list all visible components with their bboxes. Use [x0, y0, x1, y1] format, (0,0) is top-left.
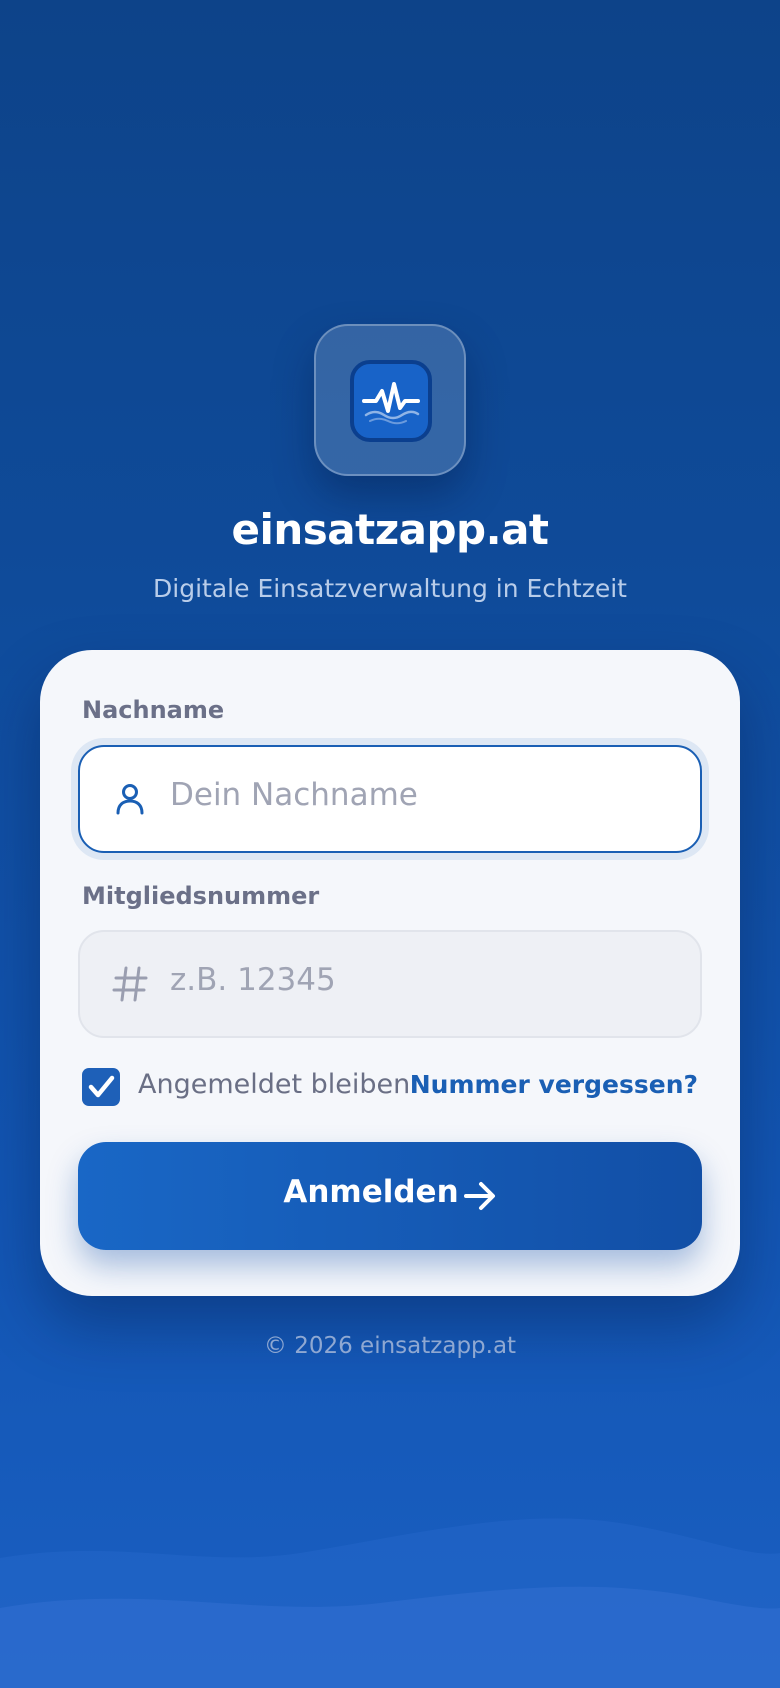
remember-label[interactable]: Angemeldet bleiben — [138, 1069, 410, 1100]
lastname-input[interactable]: Dein Nachname — [170, 777, 418, 813]
login-button-label: Anmelden — [283, 1174, 459, 1210]
arrow-right-icon — [464, 1182, 495, 1210]
member-number-label: Mitgliedsnummer — [82, 882, 320, 910]
member-number-input[interactable]: z.B. 12345 — [170, 962, 336, 998]
background-waves — [0, 1518, 780, 1688]
pulse-wave-icon — [350, 360, 432, 442]
forgot-number-link[interactable]: Nummer vergessen? — [410, 1070, 698, 1099]
app-tagline: Digitale Einsatzverwaltung in Echtzeit — [153, 574, 627, 603]
login-button[interactable]: Anmelden — [78, 1142, 702, 1250]
member-number-field[interactable]: z.B. 12345 — [78, 930, 702, 1038]
hash-icon — [112, 966, 148, 1002]
lastname-label: Nachname — [82, 696, 225, 724]
login-card: Nachname Dein Nachname Mitgliedsnummer z… — [40, 650, 740, 1296]
app-logo — [314, 324, 466, 476]
lastname-field[interactable]: Dein Nachname — [78, 745, 702, 853]
person-icon — [116, 784, 144, 815]
app-title: einsatzapp.at — [231, 505, 550, 554]
check-icon — [88, 1075, 115, 1098]
remember-checkbox[interactable] — [82, 1068, 120, 1106]
footer-copyright: © 2026 einsatzapp.at — [263, 1333, 517, 1359]
